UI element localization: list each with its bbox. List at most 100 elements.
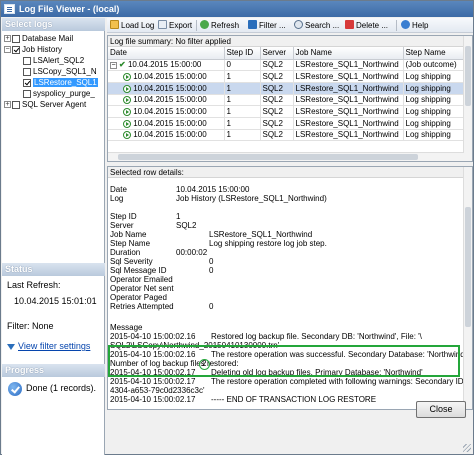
detail-value: 0 bbox=[209, 257, 214, 266]
step-success-icon bbox=[123, 119, 131, 128]
expand-icon[interactable]: + bbox=[4, 101, 11, 109]
help-button[interactable]: Help bbox=[401, 20, 428, 32]
message-label: Message bbox=[110, 323, 143, 332]
collapse-icon[interactable]: − bbox=[4, 46, 11, 54]
left-pane: Select logs + Database Mail − Job History … bbox=[2, 18, 105, 455]
log-viewer-app-icon bbox=[4, 4, 15, 14]
cell-job-name: LSRestore_SQL1_Northwind bbox=[293, 70, 404, 83]
load-log-button[interactable]: Load Log bbox=[110, 20, 154, 32]
tree-item-lsrestore[interactable]: LSRestore_SQL1 bbox=[23, 77, 98, 88]
filter-status: Filter: None bbox=[7, 321, 54, 331]
cell-job-name: LSRestore_SQL1_Northwind bbox=[293, 105, 404, 118]
column-header-step-name[interactable]: Step Name bbox=[403, 47, 467, 60]
close-button[interactable]: Close bbox=[416, 401, 466, 418]
cell-step-name: (Job outcome) bbox=[403, 59, 467, 72]
view-filter-settings[interactable]: View filter settings bbox=[7, 341, 90, 351]
refresh-button[interactable]: Refresh bbox=[200, 20, 239, 32]
table-row[interactable]: − ✔ 10.04.2015 15:00:00 0 SQL2 LSRestore_SQL… bbox=[108, 59, 467, 72]
summary-vertical-scrollbar[interactable] bbox=[463, 36, 472, 161]
detail-label: Step ID bbox=[110, 212, 137, 221]
tree-item-sql-server-agent[interactable]: + SQL Server Agent bbox=[4, 99, 86, 110]
tree-item-syspolicy[interactable]: syspolicy_purge_ bbox=[23, 88, 95, 99]
step-success-icon bbox=[123, 131, 131, 140]
export-button[interactable]: Export bbox=[158, 20, 192, 32]
cell-job-name: LSRestore_SQL1_Northwind bbox=[293, 94, 404, 107]
highlight-annotation-box bbox=[108, 345, 460, 377]
checkbox-job-history[interactable] bbox=[12, 45, 20, 54]
table-row[interactable]: 10.04.2015 15:00:00 1 SQL2 LSRestore_SQL1_N… bbox=[108, 117, 467, 130]
highlight-annotation-circle bbox=[199, 359, 210, 370]
cell-server: SQL2 bbox=[260, 82, 294, 95]
log-summary-grid: Log file summary: No filter applied Date… bbox=[107, 35, 473, 162]
collapse-icon[interactable]: − bbox=[110, 62, 117, 70]
checkbox-syspolicy[interactable] bbox=[23, 89, 31, 98]
select-logs-heading: Select logs bbox=[2, 18, 105, 31]
detail-label: Duration bbox=[110, 248, 141, 257]
table-row[interactable]: 10.04.2015 15:00:00 1 SQL2 LSRestore_SQL1_N… bbox=[108, 105, 467, 118]
window-title: Log File Viewer - (local) bbox=[19, 4, 120, 14]
column-header-server[interactable]: Server bbox=[260, 47, 294, 60]
detail-value: LSRestore_SQL1_Northwind bbox=[209, 230, 313, 239]
step-success-icon bbox=[123, 107, 131, 116]
search-button[interactable]: Search ... bbox=[294, 20, 339, 32]
resize-grip[interactable] bbox=[463, 444, 471, 452]
message-timestamp: 2015-04-10 15:00:02.16 bbox=[110, 332, 196, 341]
delete-button[interactable]: Delete ... bbox=[345, 20, 388, 32]
detail-value: 00:00:02 bbox=[176, 248, 208, 257]
scroll-thumb[interactable] bbox=[465, 46, 471, 106]
cell-server: SQL2 bbox=[260, 105, 294, 118]
table-row[interactable]: 10.04.2015 15:00:00 1 SQL2 LSRestore_SQL1_N… bbox=[108, 94, 467, 107]
cell-job-name: LSRestore_SQL1_Northwind bbox=[293, 117, 404, 130]
details-vertical-scrollbar[interactable] bbox=[463, 167, 472, 409]
cell-step-name: Log shipping bbox=[403, 105, 467, 118]
detail-label: Sql Message ID bbox=[110, 266, 167, 275]
table-row[interactable]: 10.04.2015 15:00:00 1 SQL2 LSRestore_SQL1_N… bbox=[108, 82, 467, 95]
tree-item-job-history[interactable]: − Job History bbox=[4, 44, 62, 55]
checkbox-lscopy[interactable] bbox=[23, 67, 31, 76]
tree-item-lscopy[interactable]: LSCopy_SQL1_N bbox=[23, 66, 97, 77]
cell-step-id: 1 bbox=[224, 70, 261, 83]
cell-date: − ✔ 10.04.2015 15:00:00 bbox=[108, 59, 225, 72]
cell-step-id: 0 bbox=[224, 59, 261, 72]
cell-server: SQL2 bbox=[260, 129, 294, 142]
expand-icon[interactable]: + bbox=[4, 35, 11, 43]
scroll-thumb[interactable] bbox=[118, 154, 418, 160]
cell-server: SQL2 bbox=[260, 70, 294, 83]
tree-item-database-mail[interactable]: + Database Mail bbox=[4, 33, 73, 44]
cell-date: 10.04.2015 15:00:00 bbox=[108, 129, 225, 142]
table-row[interactable]: 10.04.2015 15:00:00 1 SQL2 LSRestore_SQL1_N… bbox=[108, 70, 467, 83]
checkbox-database-mail[interactable] bbox=[12, 34, 20, 43]
log-file-viewer-window: Log File Viewer - (local) Select logs + D… bbox=[0, 0, 474, 455]
summary-horizontal-scrollbar[interactable] bbox=[108, 152, 464, 161]
checkbox-lsalert[interactable] bbox=[23, 56, 31, 65]
title-bar: Log File Viewer - (local) bbox=[1, 1, 473, 17]
detail-value: 0 bbox=[209, 266, 214, 275]
column-header-job-name[interactable]: Job Name bbox=[293, 47, 404, 60]
detail-label: Retries Attempted bbox=[110, 302, 174, 311]
detail-value: Log shipping restore log job step. bbox=[209, 239, 327, 248]
cell-step-name: Log shipping bbox=[403, 94, 467, 107]
progress-heading: Progress bbox=[2, 364, 105, 377]
checkbox-sql-server-agent[interactable] bbox=[12, 100, 20, 109]
filter-button[interactable]: Filter ... bbox=[248, 20, 286, 32]
column-header-date[interactable]: Date bbox=[108, 47, 225, 60]
detail-value: Job History (LSRestore_SQL1_Northwind) bbox=[176, 194, 327, 203]
success-check-icon: ✔ bbox=[119, 60, 126, 70]
filter-icon bbox=[248, 20, 257, 29]
scroll-thumb[interactable] bbox=[465, 207, 471, 327]
table-row[interactable]: 10.04.2015 15:00:00 1 SQL2 LSRestore_SQL1_N… bbox=[108, 129, 467, 142]
checkbox-lsrestore[interactable] bbox=[23, 78, 31, 87]
cell-date: 10.04.2015 15:00:00 bbox=[108, 94, 225, 107]
message-timestamp: 2015-04-10 15:00:02.17 bbox=[110, 395, 196, 404]
detail-value: 0 bbox=[209, 302, 214, 311]
step-success-icon bbox=[123, 84, 131, 93]
message-timestamp: 2015-04-10 15:00:02.17 bbox=[110, 377, 196, 386]
message-text: ----- END OF TRANSACTION LOG RESTORE bbox=[211, 395, 377, 404]
step-success-icon bbox=[123, 96, 131, 105]
detail-label: Log bbox=[110, 194, 124, 203]
tree-item-lsalert[interactable]: LSAlert_SQL2 bbox=[23, 55, 84, 66]
column-header-step-id[interactable]: Step ID bbox=[224, 47, 261, 60]
cell-date: 10.04.2015 15:00:00 bbox=[108, 117, 225, 130]
detail-label: Step Name bbox=[110, 239, 151, 248]
cell-step-id: 1 bbox=[224, 129, 261, 142]
